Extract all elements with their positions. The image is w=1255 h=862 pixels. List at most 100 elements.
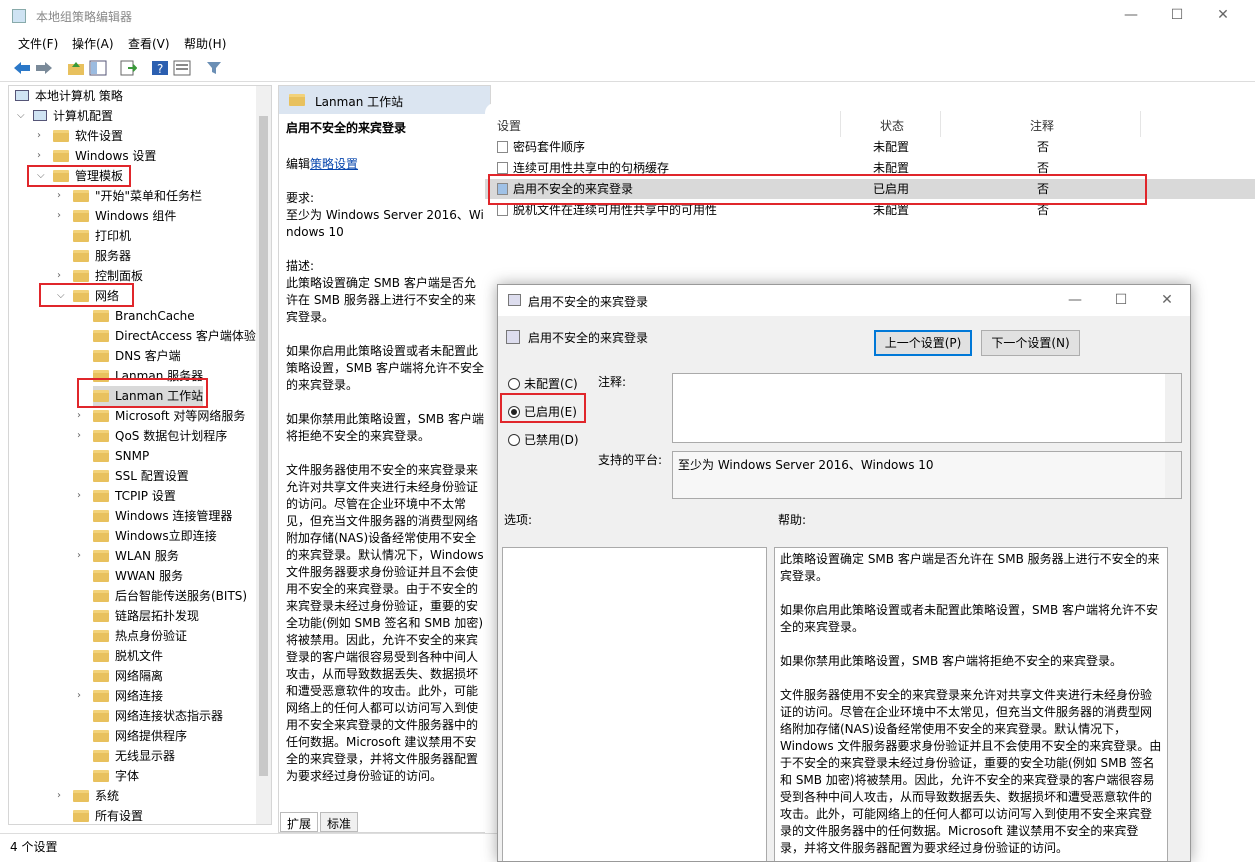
tab-extended[interactable]: 扩展 xyxy=(280,812,319,832)
chevron-right-icon[interactable]: › xyxy=(57,186,69,206)
tree-item[interactable]: 字体 xyxy=(93,766,139,786)
scroll-thumb[interactable] xyxy=(259,116,268,776)
tree-item[interactable]: › TCPIP 设置 xyxy=(77,486,176,506)
chevron-right-icon[interactable]: › xyxy=(77,426,89,446)
edit-policy-link[interactable]: 策略设置 xyxy=(310,157,358,171)
chevron-right-icon[interactable]: › xyxy=(77,486,89,506)
properties-icon[interactable] xyxy=(172,58,192,78)
tree-item[interactable]: 后台智能传送服务(BITS) xyxy=(93,586,247,606)
column-header-comment[interactable]: 注释 xyxy=(1030,117,1054,134)
tree-item[interactable]: 无线显示器 xyxy=(93,746,175,766)
tab-standard[interactable]: 标准 xyxy=(320,812,359,832)
tree-item[interactable]: › Windows 设置 xyxy=(37,146,156,166)
tree-item[interactable]: DNS 客户端 xyxy=(93,346,181,366)
column-header-state[interactable]: 状态 xyxy=(880,117,904,134)
tree-item[interactable]: 脱机文件 xyxy=(93,646,163,666)
radio-indicator[interactable] xyxy=(508,434,520,446)
radio-disabled[interactable]: 已禁用(D) xyxy=(508,431,579,449)
menu-help[interactable]: 帮助(H) xyxy=(184,35,226,52)
minimize-button[interactable]: — xyxy=(1108,0,1154,32)
tree-item[interactable]: 打印机 xyxy=(73,226,131,246)
dialog-minimize-button[interactable]: — xyxy=(1052,285,1098,317)
forward-icon[interactable] xyxy=(34,58,54,78)
comment-scrollbar[interactable] xyxy=(1165,374,1181,442)
dialog-title: 启用不安全的来宾登录 xyxy=(528,295,649,309)
chevron-right-icon[interactable]: › xyxy=(37,126,49,146)
tree-item[interactable]: 所有设置 xyxy=(73,806,143,824)
tree-item[interactable]: Lanman 工作站 xyxy=(93,386,204,406)
list-row-offline-files[interactable]: 脱机文件在连续可用性共享中的可用性 未配置否 xyxy=(485,200,1255,220)
help-icon[interactable]: ? xyxy=(150,58,170,78)
chevron-right-icon[interactable]: › xyxy=(57,786,69,806)
tree-item[interactable]: ⌵ 管理模板 xyxy=(37,166,123,186)
list-row-insecure-guest-logon[interactable]: 启用不安全的来宾登录 已启用否 xyxy=(485,179,1255,199)
help-scrollbar[interactable] xyxy=(1168,547,1186,861)
dialog-close-button[interactable]: ✕ xyxy=(1144,285,1190,317)
tree-item[interactable]: DirectAccess 客户端体验设置 xyxy=(93,326,271,346)
chevron-right-icon[interactable]: › xyxy=(37,146,49,166)
tree-item[interactable]: Windows 连接管理器 xyxy=(93,506,232,526)
tree-item[interactable]: SNMP xyxy=(93,446,149,466)
tree-item[interactable]: 网络连接状态指示器 xyxy=(93,706,223,726)
maximize-button[interactable]: ☐ xyxy=(1154,0,1200,32)
chevron-right-icon[interactable]: › xyxy=(57,266,69,286)
column-divider[interactable] xyxy=(940,111,941,137)
tree-item[interactable]: › WLAN 服务 xyxy=(77,546,179,566)
chevron-right-icon[interactable]: › xyxy=(77,406,89,426)
up-folder-icon[interactable] xyxy=(66,58,86,78)
platform-scrollbar[interactable] xyxy=(1165,452,1181,498)
list-row-cipher-order[interactable]: 密码套件顺序 未配置否 xyxy=(485,137,1255,157)
back-icon[interactable] xyxy=(12,58,32,78)
dialog-maximize-button[interactable]: ☐ xyxy=(1098,285,1144,317)
tree-item[interactable]: 热点身份验证 xyxy=(93,626,187,646)
column-divider[interactable] xyxy=(1140,111,1141,137)
tree-item[interactable]: 网络隔离 xyxy=(93,666,163,686)
tree-root[interactable]: 本地计算机 策略 xyxy=(15,86,123,106)
export-list-icon[interactable] xyxy=(118,58,138,78)
tree-item[interactable]: BranchCache xyxy=(93,306,195,326)
radio-indicator[interactable] xyxy=(508,378,520,390)
tree-item[interactable]: › Microsoft 对等网络服务 xyxy=(77,406,245,426)
show-hide-tree-icon[interactable] xyxy=(88,58,108,78)
tree-item[interactable]: Windows立即连接 xyxy=(93,526,217,546)
tree-item[interactable]: 链路层拓扑发现 xyxy=(93,606,199,626)
next-setting-button[interactable]: 下一个设置(N) xyxy=(981,330,1080,356)
chevron-down-icon[interactable]: ⌵ xyxy=(17,106,29,126)
list-row-handle-caching[interactable]: 连续可用性共享中的句柄缓存 未配置否 xyxy=(485,158,1255,178)
tree-item[interactable]: › Windows 组件 xyxy=(57,206,176,226)
chevron-right-icon[interactable]: › xyxy=(77,686,89,706)
tree-item[interactable]: SSL 配置设置 xyxy=(93,466,189,486)
description-p3: 如果你禁用此策略设置，SMB 客户端将拒绝不安全的来宾登录。 xyxy=(286,412,485,443)
tree-item[interactable]: ⌵ 网络 xyxy=(57,286,119,306)
tree-item[interactable]: › 控制面板 xyxy=(57,266,143,286)
chevron-right-icon[interactable]: › xyxy=(57,206,69,226)
radio-enabled[interactable]: 已启用(E) xyxy=(508,403,577,421)
previous-setting-button[interactable]: 上一个设置(P) xyxy=(874,330,972,356)
menu-file[interactable]: 文件(F) xyxy=(18,35,58,52)
tree-item[interactable]: Lanman 服务器 xyxy=(93,366,203,386)
tree-item-label: 后台智能传送服务(BITS) xyxy=(115,589,248,603)
tree-item[interactable]: › 软件设置 xyxy=(37,126,123,146)
tree-item[interactable]: 服务器 xyxy=(73,246,131,266)
filter-icon[interactable] xyxy=(204,58,224,78)
radio-not-configured[interactable]: 未配置(C) xyxy=(508,375,578,393)
tree-item[interactable]: › 系统 xyxy=(57,786,119,806)
tree-item[interactable]: › "开始"菜单和任务栏 xyxy=(57,186,202,206)
tree-computer-config[interactable]: ⌵ 计算机配置 xyxy=(17,106,113,126)
tree-item[interactable]: › QoS 数据包计划程序 xyxy=(77,426,227,446)
column-header-setting[interactable]: 设置 xyxy=(497,117,521,134)
tree-item[interactable]: WWAN 服务 xyxy=(93,566,183,586)
tree-item[interactable]: 网络提供程序 xyxy=(93,726,187,746)
chevron-down-icon[interactable]: ⌵ xyxy=(57,286,69,306)
radio-indicator[interactable] xyxy=(508,406,520,418)
tree-scrollbar[interactable] xyxy=(256,86,271,824)
menu-action[interactable]: 操作(A) xyxy=(72,35,114,52)
description-title: 启用不安全的来宾登录 xyxy=(286,121,407,135)
column-divider[interactable] xyxy=(840,111,841,137)
chevron-down-icon[interactable]: ⌵ xyxy=(37,166,49,186)
comment-textarea[interactable] xyxy=(672,373,1182,443)
tree-item[interactable]: › 网络连接 xyxy=(77,686,163,706)
chevron-right-icon[interactable]: › xyxy=(77,546,89,566)
menu-view[interactable]: 查看(V) xyxy=(128,35,170,52)
close-button[interactable]: ✕ xyxy=(1200,0,1246,32)
